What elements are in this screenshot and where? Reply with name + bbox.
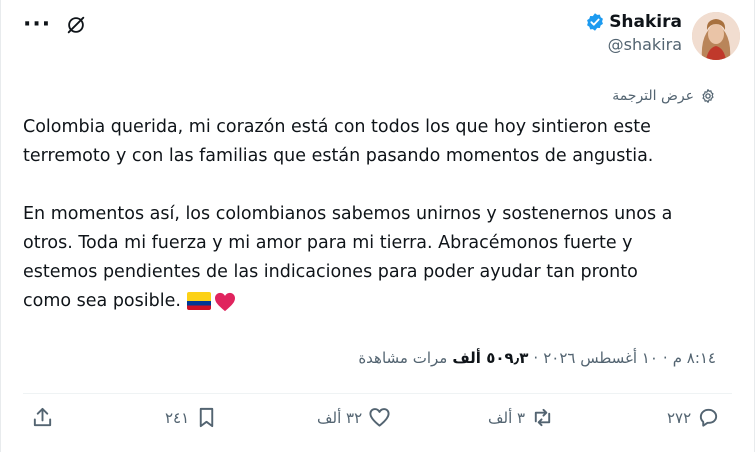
views-label: مرات مشاهدة	[358, 349, 448, 367]
meta-separator: ·	[662, 349, 668, 367]
tweet-text-content: Colombia querida, mi corazón está con to…	[23, 117, 673, 311]
author-names: Shakira @shakira	[585, 12, 682, 54]
avatar[interactable]	[692, 12, 740, 60]
gear-icon	[702, 89, 714, 103]
header-left-icons: ···	[23, 14, 87, 36]
retweet-icon	[534, 408, 551, 427]
show-translation-button[interactable]: عرض الترجمة	[612, 88, 716, 104]
reply-count: ٢٧٢	[667, 408, 692, 427]
tweet-text: Colombia querida, mi corazón está con to…	[23, 113, 723, 316]
show-translation-label: عرض الترجمة	[612, 88, 694, 104]
tweet-card: ··· Shakira @shakira عرض الترجمة Colombi…	[0, 0, 755, 452]
tweet-meta: ٨:١٤ م · ١٠ أغسطس ٢٠٢٦ · ٥٠٩٫٣ ألف مرات …	[358, 349, 716, 367]
share-button[interactable]	[31, 406, 54, 429]
colombia-flag-icon	[186, 292, 211, 310]
heart-icon	[369, 408, 390, 427]
reply-icon	[700, 408, 718, 427]
bookmark-icon	[199, 407, 214, 428]
author-block: Shakira @shakira	[585, 12, 740, 60]
meta-separator-2: ·	[533, 349, 539, 367]
like-button[interactable]: ٣٢ ألف	[317, 406, 391, 429]
author-handle[interactable]: @shakira	[608, 35, 682, 54]
grok-icon[interactable]	[65, 14, 87, 36]
views-count: ٥٠٩٫٣ ألف	[452, 349, 529, 367]
like-count: ٣٢ ألف	[317, 408, 363, 427]
more-options-icon[interactable]: ···	[23, 14, 51, 36]
tweet-time[interactable]: ٨:١٤ م	[673, 349, 716, 367]
retweet-button[interactable]: ٣ ألف	[488, 406, 554, 429]
retweet-count: ٣ ألف	[488, 408, 526, 427]
reply-button[interactable]: ٢٧٢	[667, 406, 720, 429]
share-icon	[33, 407, 52, 427]
bookmark-count: ٢٤١	[165, 408, 190, 427]
red-heart-icon	[214, 292, 235, 312]
divider	[23, 393, 732, 394]
avatar-image	[692, 12, 740, 60]
bookmark-button[interactable]: ٢٤١	[165, 406, 218, 429]
action-bar: ٢٤١ ٣٢ ألف ٣ ألف ٢٧٢	[31, 406, 731, 442]
author-display-name[interactable]: Shakira	[609, 12, 682, 32]
tweet-date[interactable]: ١٠ أغسطس ٢٠٢٦	[543, 349, 658, 367]
verified-badge-icon	[587, 13, 604, 31]
tweet-emojis	[186, 292, 236, 312]
name-row: Shakira	[585, 12, 682, 32]
